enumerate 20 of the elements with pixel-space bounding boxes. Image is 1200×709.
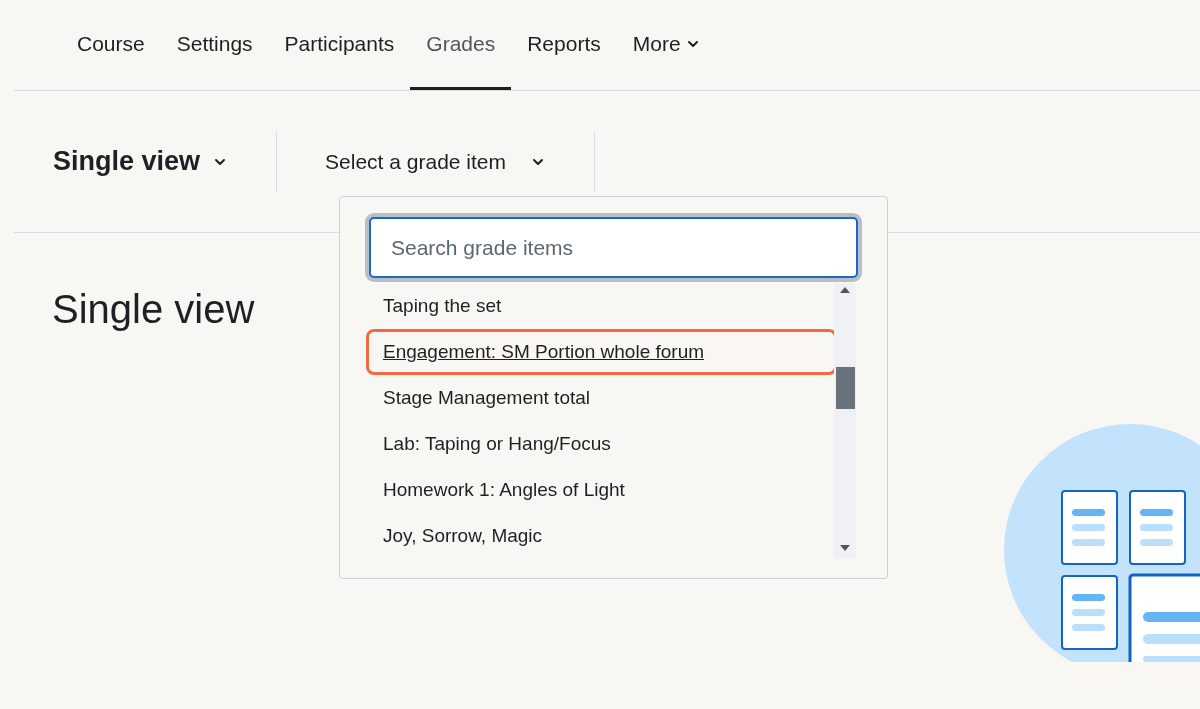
nav-tab[interactable]: Settings: [160, 0, 269, 90]
nav-tab[interactable]: Grades: [410, 0, 512, 90]
scroll-down-icon: [840, 545, 850, 551]
nav-tab[interactable]: Participants: [268, 0, 411, 90]
grade-item-option[interactable]: Stage Management total: [369, 375, 837, 421]
nav-tab[interactable]: Course: [61, 0, 161, 90]
nav-tab[interactable]: Reports: [511, 0, 617, 90]
search-field[interactable]: Search grade items: [369, 217, 858, 278]
grade-item-option[interactable]: Homework 1: Angles of Light: [369, 467, 837, 513]
grade-item-option[interactable]: Taping the set: [369, 283, 837, 329]
grade-item-selector[interactable]: Select a grade item: [277, 131, 595, 192]
grade-item-option[interactable]: Lab: Taping or Hang/Focus: [369, 421, 837, 467]
grade-item-option[interactable]: Joy, Sorrow, Magic: [369, 513, 837, 559]
scroll-up-icon: [840, 287, 850, 293]
page-heading: Single view: [52, 286, 255, 333]
view-selector[interactable]: Single view: [53, 131, 278, 192]
scrollbar[interactable]: [834, 283, 856, 559]
grade-item-option[interactable]: Engagement: SM Portion whole forum: [366, 329, 837, 375]
nav-tab[interactable]: More: [616, 0, 717, 90]
scrollbar-thumb[interactable]: [836, 367, 855, 409]
